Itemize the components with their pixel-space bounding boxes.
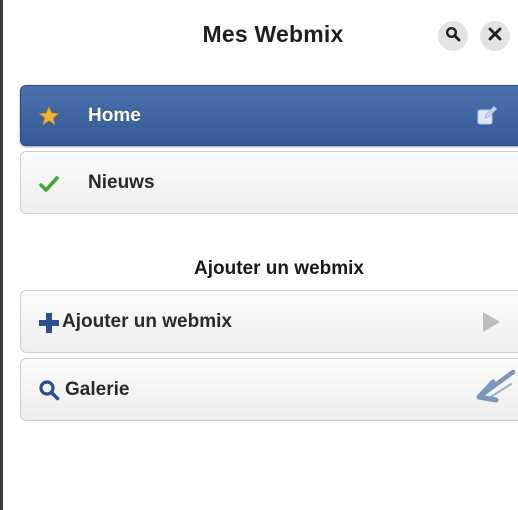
window-edge [0, 0, 3, 510]
close-icon [488, 27, 502, 46]
cursor-arrow-icon [471, 364, 517, 410]
menu-item-nieuws[interactable]: Nieuws [20, 151, 518, 214]
section-heading: Ajouter un webmix [194, 258, 364, 279]
panel-header: Mes Webmix [3, 0, 518, 72]
add-webmix-item[interactable]: Ajouter un webmix [20, 290, 518, 353]
menu-item-label: Home [88, 105, 141, 126]
menu-item-label: Nieuws [88, 172, 155, 193]
gallery-item[interactable]: Galerie [20, 358, 518, 421]
close-button[interactable] [480, 21, 510, 51]
arrow-right-icon [479, 310, 503, 334]
check-icon [39, 174, 59, 194]
search-button[interactable] [438, 21, 468, 51]
menu-item-home[interactable]: Home [20, 85, 518, 146]
star-icon [39, 106, 59, 126]
gallery-label: Galerie [65, 379, 130, 400]
add-webmix-label: Ajouter un webmix [62, 311, 232, 332]
search-icon [445, 26, 461, 47]
search-icon [38, 379, 60, 401]
plus-icon [38, 312, 60, 334]
edit-icon[interactable] [476, 105, 498, 127]
